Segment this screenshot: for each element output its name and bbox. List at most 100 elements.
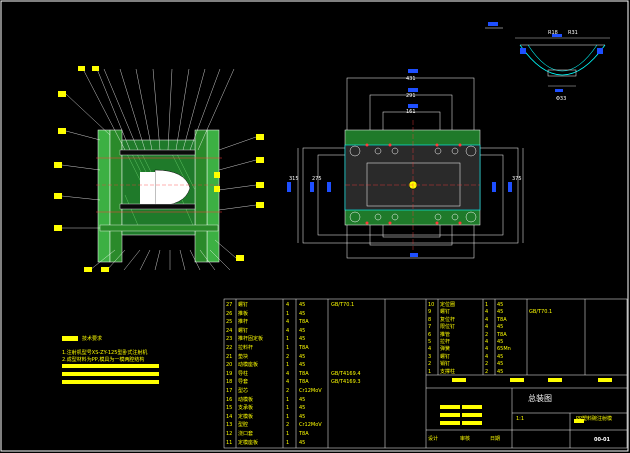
bom-cell-qty: 1 (286, 413, 290, 420)
bom-cell-no: 18 (226, 379, 233, 386)
bom-cell-material: T8A (497, 331, 507, 338)
bom-cell-qty: 1 (286, 362, 290, 369)
design-label: 设计 (428, 436, 439, 442)
bom-cell-qty: 4 (485, 339, 489, 345)
bom-cell-name: 拉料杆 (238, 345, 254, 351)
bom-cell-no: 9 (428, 309, 432, 316)
bom-cell-material: 45 (497, 368, 504, 375)
bom-cell-material: T8A (299, 319, 309, 326)
bom-cell-no: 22 (226, 345, 233, 351)
bom-cell-qty: 2 (485, 368, 489, 375)
bom-cell-no: 16 (226, 396, 233, 403)
drawing-name: 总装图 (528, 394, 552, 403)
bom-cell-note: GB/T70.1 (331, 302, 355, 308)
bom-cell-material: 45 (497, 309, 504, 316)
bom-cell-name: 定位圈 (440, 302, 456, 308)
bom-cell-material: 45 (299, 336, 306, 343)
bom-cell-no: 15 (226, 405, 233, 412)
sheet-number: 00-01 (594, 437, 610, 443)
bom-cell-qty: 1 (286, 439, 290, 446)
dim-left-1: 315 (289, 176, 299, 182)
bom-cell-material: 45 (299, 396, 306, 403)
bom-cell-qty: 1 (286, 310, 290, 317)
bom-cell-no: 23 (226, 336, 233, 343)
bom-cell-material: 45 (299, 405, 306, 412)
bom-table-grid (223, 298, 628, 449)
bom-cell-qty: 4 (485, 316, 489, 323)
bom-cell-material: 45 (299, 302, 306, 308)
bom-cell-material: Cr12MoV (299, 388, 322, 394)
bom-cell-name: 销钉 (440, 361, 451, 368)
product-name: PP塑料碗注射模 (576, 416, 613, 422)
bom-cell-material: 45 (497, 339, 504, 345)
bom-cell-qty: 4 (286, 302, 290, 308)
bom-cell-no: 13 (226, 422, 233, 429)
bom-cell-name: 螺钉 (238, 327, 249, 334)
section-view (54, 66, 264, 272)
detail-dim-3: Φ33 (556, 96, 567, 102)
dim-top-2: 291 (406, 93, 416, 99)
bom-cell-material: 45 (299, 362, 306, 369)
bom-cell-no: 8 (428, 316, 432, 323)
bom-cell-material: 45 (497, 302, 504, 308)
detail-dim-2: R31 (568, 30, 578, 36)
bom-cell-name: 型腔 (238, 422, 249, 429)
bom-cell-qty: 1 (286, 396, 290, 403)
bom-cell-name: 定模座板 (238, 439, 259, 446)
bom-cell-name: 限位钉 (440, 324, 456, 331)
bom-cell-no: 19 (226, 370, 233, 377)
bom-cell-name: 螺钉 (440, 309, 451, 316)
bom-cell-material: Cr12MoV (299, 422, 322, 429)
bom-cell-no: 27 (226, 302, 233, 308)
bom-cell-name: 垫块 (238, 353, 249, 360)
bom-cell-no: 6 (428, 331, 432, 338)
bom-cell-qty: 1 (286, 345, 290, 351)
bom-cell-material: T8A (299, 345, 309, 351)
bom-cell-material: T8A (299, 431, 309, 437)
bom-cell-no: 14 (226, 413, 233, 420)
bom-cell-qty: 1 (286, 431, 290, 437)
bom-cell-qty: 2 (286, 353, 290, 360)
dim-top-1: 431 (406, 76, 416, 82)
bom-cell-no: 20 (226, 362, 233, 369)
bom-cell-qty: 4 (286, 327, 290, 334)
bom-cell-qty: 1 (286, 405, 290, 412)
bom-cell-no: 24 (226, 327, 233, 334)
bom-cell-name: 支承板 (238, 405, 254, 412)
check-label: 审核 (460, 436, 471, 442)
bom-cell-material: T8A (299, 370, 309, 377)
bom-cell-name: 导套 (238, 379, 249, 386)
bom-cell-name: 推杆固定板 (238, 336, 264, 343)
bom-cell-name: 推板 (238, 310, 249, 317)
bom-cell-no: 17 (226, 388, 233, 394)
bom-cell-qty: 2 (286, 388, 290, 394)
plan-view (287, 69, 524, 259)
bom-cell-material: 45 (299, 353, 306, 360)
bom-cell-note: GB/T4169.3 (331, 379, 361, 386)
bom-cell-material: 45 (299, 413, 306, 420)
bom-cell-name: 推管 (440, 331, 451, 338)
scale-value: 1:1 (516, 416, 525, 422)
bom-cell-qty: 1 (286, 336, 290, 343)
bom-cell-name: 复位杆 (440, 316, 456, 323)
bom-cell-no: 26 (226, 310, 233, 317)
bom-cell-material: 65Mn (497, 346, 511, 353)
bom-cell-qty: 4 (286, 319, 290, 326)
detail-dim-1: R18 (548, 30, 558, 36)
tech-requirement-line-2: 2.成型材料为PP,模具为一模两腔结构 (62, 357, 145, 363)
tech-requirements-title: 技术要求 (82, 336, 103, 342)
bom-cell-qty: 4 (485, 346, 489, 353)
bom-cell-qty: 2 (485, 361, 489, 368)
dim-right-1: 375 (512, 176, 522, 182)
bom-cell-name: 型芯 (238, 388, 249, 394)
bom-cell-name: 拉杆 (440, 339, 451, 345)
bom-cell-qty: 4 (286, 379, 290, 386)
bom-cell-note: GB/T4169.4 (331, 370, 361, 377)
bom-cell-material: 45 (299, 310, 306, 317)
bom-cell-no: 2 (428, 361, 432, 368)
bom-cell-material: 45 (497, 361, 504, 368)
cad-drawing (0, 0, 629, 452)
bom-cell-no: 12 (226, 431, 233, 437)
bom-cell-material: 45 (299, 327, 306, 334)
bom-cell-material: T8A (497, 316, 507, 323)
